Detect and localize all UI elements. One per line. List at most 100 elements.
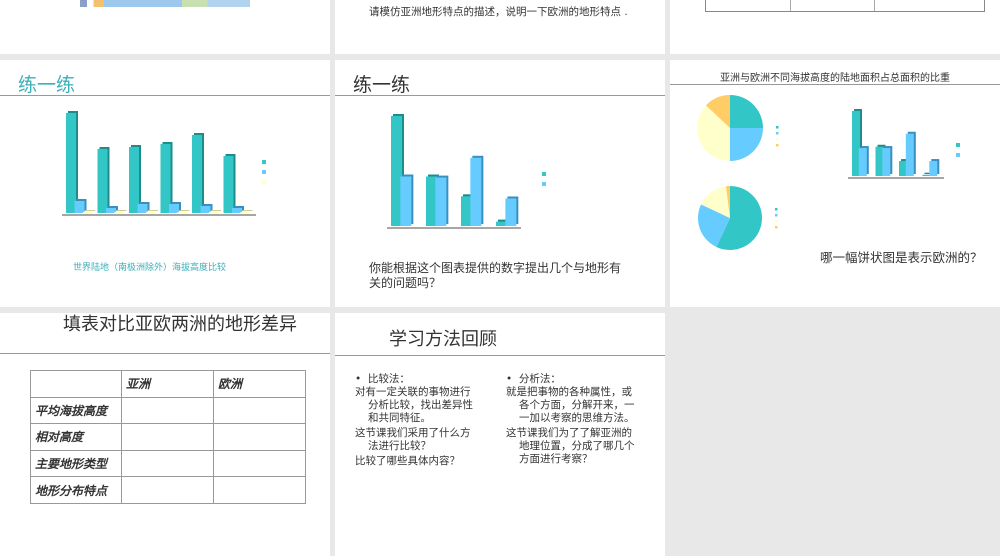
cell[interactable] bbox=[213, 476, 306, 504]
right-column: • 分析法： 就是把事物的各种属性，或 各个方面，分解开来，一 一加以考察的思维… bbox=[506, 373, 661, 466]
chart-caption: 世界陆地（南极洲除外）海拔高度比较 bbox=[73, 263, 227, 273]
slide-7[interactable]: 填表对比亚欧两洲的地形差异 亚洲 欧洲 平均海拔高度 相对高度 主要地形类型 地… bbox=[0, 313, 330, 556]
bar bbox=[875, 146, 884, 176]
bar bbox=[192, 135, 202, 213]
text-line: 和共同特征。 bbox=[368, 412, 431, 424]
text-line: 法进行比较？ bbox=[368, 440, 431, 452]
legend-swatch bbox=[262, 160, 266, 164]
cell[interactable] bbox=[121, 449, 214, 478]
table-row: 主要地形类型 bbox=[30, 449, 306, 478]
slide-1[interactable] bbox=[0, 0, 330, 54]
bar bbox=[223, 156, 234, 213]
text-line: 各个方面，分解开来，一 bbox=[519, 399, 635, 411]
cell[interactable] bbox=[213, 396, 306, 425]
slide-3[interactable] bbox=[670, 0, 1000, 54]
header-cell bbox=[30, 370, 122, 398]
slide-title: 填表对比亚欧两洲的地形差异 bbox=[63, 314, 297, 335]
bar-side bbox=[85, 210, 95, 211]
legend-swatch bbox=[775, 220, 778, 223]
cell[interactable] bbox=[121, 423, 214, 451]
row-label: 地形分布特点 bbox=[30, 476, 122, 504]
bar bbox=[169, 204, 179, 213]
cell[interactable] bbox=[121, 476, 214, 504]
bar bbox=[74, 201, 85, 213]
legend-swatch bbox=[775, 226, 778, 229]
cell[interactable] bbox=[213, 423, 306, 451]
slide-title: 学习方法回顾 bbox=[389, 329, 497, 350]
text-line: 一加以考察的思维方法。 bbox=[519, 412, 635, 424]
bar bbox=[858, 148, 867, 176]
slide-6[interactable]: 亚洲与欧洲不同海拔高度的陆地面积占总面积的比重 哪一幅饼状图是表示欧洲的？ bbox=[670, 60, 1000, 307]
legend-swatch bbox=[542, 172, 546, 176]
legend-swatch bbox=[776, 138, 779, 141]
cell[interactable] bbox=[213, 449, 306, 478]
bar-side bbox=[148, 210, 158, 211]
bar bbox=[129, 147, 139, 213]
legend-swatch bbox=[956, 153, 960, 157]
pie-slice bbox=[730, 95, 763, 128]
slide-4[interactable]: 练一练 世界陆地（南极洲除外）海拔高度比较 bbox=[0, 60, 330, 307]
slide-text: 请模仿亚洲地形特点的描述，说明一下欧洲的地形特点 . bbox=[369, 6, 628, 18]
bar bbox=[852, 111, 860, 176]
legend-swatch bbox=[956, 143, 960, 147]
text-line: 就是把事物的各种属性，或 bbox=[506, 386, 632, 398]
text-line: 比较了哪些具体内容？ bbox=[355, 455, 460, 467]
row-label: 主要地形类型 bbox=[30, 449, 122, 478]
bar bbox=[114, 212, 125, 213]
legend-swatch bbox=[776, 126, 779, 129]
bar bbox=[899, 161, 907, 176]
bar bbox=[882, 148, 891, 176]
left-column: • 比较法： 对有一定关联的事物进行 分析比较，找出差异性 和共同特征。 这节课… bbox=[355, 373, 505, 468]
table-header-row: 亚洲 欧洲 bbox=[30, 370, 306, 398]
bar bbox=[200, 206, 211, 213]
slide-5[interactable]: 练一练 你能根据这个图表提供的数字提出几个与地形有关的问题吗？ bbox=[335, 60, 665, 307]
question-text: 你能根据这个图表提供的数字提出几个与地形有关的问题吗？ bbox=[369, 261, 622, 290]
text-line: 分析比较，找出差异性 bbox=[368, 399, 473, 411]
bar bbox=[97, 149, 108, 213]
bar bbox=[905, 133, 914, 176]
bullet-item: • 分析法： bbox=[506, 373, 561, 385]
row-label: 相对高度 bbox=[30, 423, 122, 451]
comparison-table: 亚洲 欧洲 平均海拔高度 相对高度 主要地形类型 地形分布特点 bbox=[30, 370, 306, 504]
bar bbox=[177, 212, 188, 213]
bar bbox=[137, 204, 148, 213]
header-cell: 亚洲 bbox=[121, 370, 214, 398]
bar bbox=[146, 212, 156, 213]
bar-side bbox=[211, 210, 221, 211]
slide-8[interactable]: 学习方法回顾 • 比较法： 对有一定关联的事物进行 分析比较，找出差异性 和共同… bbox=[335, 313, 665, 556]
legend-swatch bbox=[775, 214, 778, 217]
bar bbox=[66, 113, 76, 213]
bar bbox=[83, 212, 93, 213]
question-text: 哪一幅饼状图是表示欧洲的？ bbox=[820, 250, 983, 265]
bar bbox=[470, 157, 482, 226]
bar bbox=[929, 161, 938, 176]
text-line: 地理位置，分成了哪几个 bbox=[519, 440, 635, 452]
bar-side bbox=[179, 210, 190, 211]
cell[interactable] bbox=[121, 396, 214, 425]
text-line: 方面进行考察？ bbox=[519, 453, 593, 465]
slide-2[interactable]: 请模仿亚洲地形特点的描述，说明一下欧洲的地形特点 . bbox=[335, 0, 665, 54]
table-row: 地形分布特点 bbox=[30, 476, 306, 504]
bar bbox=[505, 198, 517, 226]
table-row: 相对高度 bbox=[30, 423, 306, 451]
bar bbox=[209, 212, 219, 213]
legend-swatch bbox=[542, 182, 546, 186]
legend-swatch bbox=[262, 170, 266, 174]
table-row: 平均海拔高度 bbox=[30, 396, 306, 425]
charts bbox=[697, 95, 960, 250]
legend-swatch bbox=[776, 132, 779, 135]
text-line: 这节课我们为了了解亚洲的 bbox=[506, 427, 632, 439]
table-fragment bbox=[705, 0, 985, 12]
bullet-item: • 比较法： bbox=[355, 373, 410, 385]
bar bbox=[435, 177, 447, 226]
pie-slice bbox=[730, 128, 763, 161]
header-cell: 欧洲 bbox=[213, 370, 306, 398]
map-image bbox=[80, 0, 250, 7]
legend-swatch bbox=[776, 144, 779, 147]
row-label: 平均海拔高度 bbox=[30, 396, 122, 425]
legend-swatch bbox=[775, 208, 778, 211]
text-line: 这节课我们采用了什么方 bbox=[355, 427, 471, 439]
bar bbox=[160, 144, 171, 213]
bar bbox=[400, 176, 412, 226]
bar-side bbox=[242, 210, 253, 211]
